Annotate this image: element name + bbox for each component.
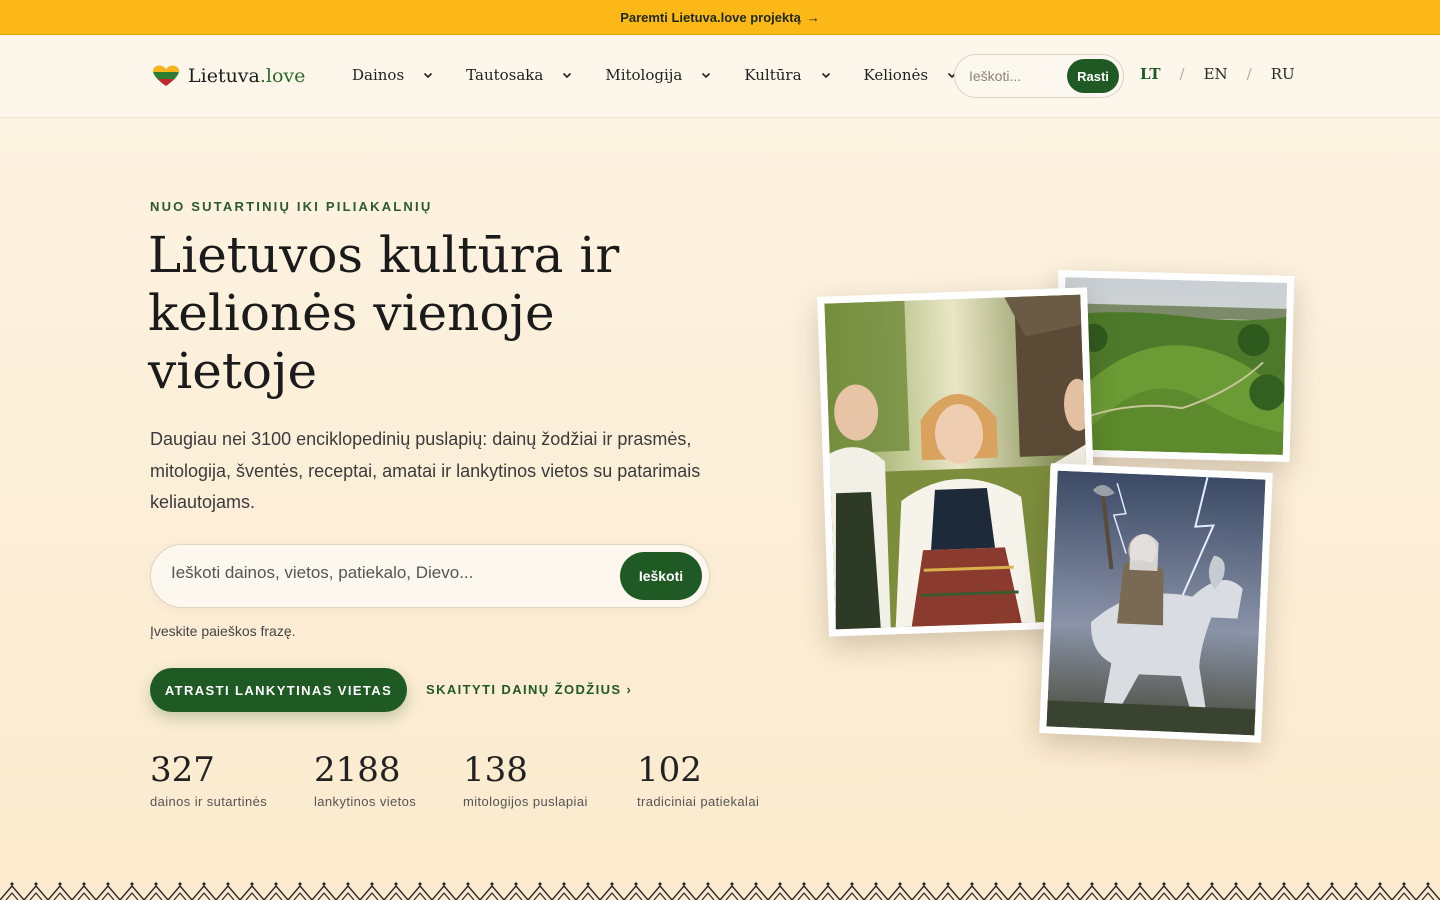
page-title: Lietuvos kultūra ir kelionės vienoje vie… — [148, 226, 620, 400]
lang-en[interactable]: EN — [1204, 65, 1228, 83]
hero-lead: Daugiau nei 3100 enciklopedinių puslapių… — [150, 429, 701, 512]
photo-mythology-rider — [1039, 463, 1273, 743]
stat-places: 2188 lankytinos vietos — [314, 748, 416, 809]
support-banner[interactable]: Paremti Lietuva.love projektą → — [0, 0, 1440, 35]
arrow-right-icon: → — [806, 9, 820, 25]
mythology-rider-image — [1046, 470, 1266, 736]
hero-search-button[interactable]: Ieškoti — [620, 552, 702, 600]
site-header: Lietuva.love Dainos Tautosaka Mitologija… — [0, 35, 1440, 118]
hero-eyebrow: NUO SUTARTINIŲ IKI PILIAKALNIŲ — [150, 199, 433, 214]
hero-search-input[interactable] — [171, 563, 611, 583]
stat-value: 2188 — [314, 750, 401, 790]
search-hint: Įveskite paieškos frazę. — [150, 623, 296, 639]
lang-lt[interactable]: LT — [1140, 65, 1161, 83]
stat-songs: 327 dainos ir sutartinės — [150, 748, 267, 809]
main-nav: Dainos Tautosaka Mitologija Kultūra Keli… — [352, 64, 990, 86]
stat-value: 138 — [463, 750, 528, 790]
chevron-down-icon — [702, 72, 711, 79]
stat-value: 327 — [150, 750, 215, 790]
nav-item-mitologija[interactable]: Mitologija — [605, 64, 712, 86]
find-places-button[interactable]: ATRASTI LANKYTINAS VIETAS — [150, 668, 407, 712]
stat-label: mitologijos puslapiai — [463, 794, 588, 809]
stat-value: 102 — [637, 750, 702, 790]
stat-dishes: 102 tradiciniai patiekalai — [637, 748, 759, 809]
site-logo[interactable]: Lietuva.love — [152, 63, 305, 89]
chevron-down-icon — [821, 72, 830, 79]
stat-label: lankytinos vietos — [314, 794, 417, 809]
nav-item-kultura[interactable]: Kultūra — [744, 64, 831, 86]
hillfort-landscape-image — [1060, 277, 1288, 455]
lang-separator: / — [1179, 65, 1185, 83]
hero-search: Ieškoti — [150, 544, 710, 608]
stat-label: tradiciniai patiekalai — [637, 794, 760, 809]
chevron-down-icon — [563, 72, 572, 79]
nav-item-dainos[interactable]: Dainos — [352, 64, 434, 86]
stat-label: dainos ir sutartinės — [150, 794, 268, 809]
brand-name: Lietuva.love — [188, 65, 306, 87]
header-search: Rasti — [954, 54, 1124, 98]
stat-mythology: 138 mitologijos puslapiai — [463, 748, 588, 809]
lang-ru[interactable]: RU — [1271, 65, 1295, 83]
heart-flag-icon — [153, 65, 179, 86]
header-search-button[interactable]: Rasti — [1067, 59, 1119, 93]
nav-item-keliones[interactable]: Kelionės — [864, 64, 959, 86]
header-search-input[interactable] — [969, 68, 1065, 84]
language-switcher: LT / EN / RU — [1140, 65, 1295, 83]
support-banner-text: Paremti Lietuva.love projektą — [620, 9, 801, 25]
read-lyrics-link[interactable]: SKAITYTI DAINŲ ŽODŽIUS › — [426, 682, 632, 697]
nav-item-tautosaka[interactable]: Tautosaka — [466, 64, 573, 86]
lang-separator: / — [1246, 65, 1252, 83]
chevron-down-icon — [424, 72, 433, 79]
folk-ornament-border — [0, 880, 1440, 900]
